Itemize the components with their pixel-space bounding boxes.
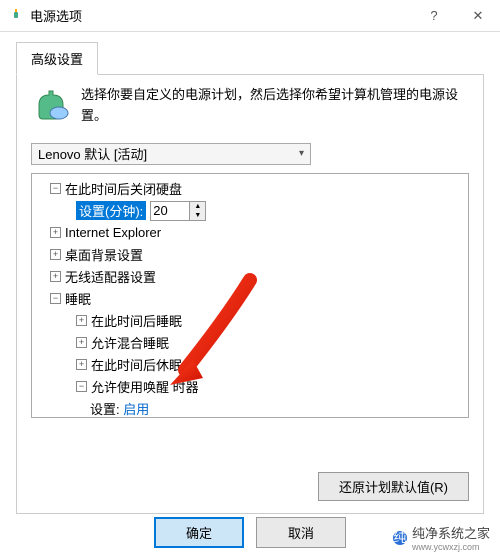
description-text: 选择你要自定义的电源计划，然后选择你希望计算机管理的电源设置。 bbox=[81, 85, 469, 127]
collapse-icon[interactable]: − bbox=[76, 381, 87, 392]
expand-icon[interactable]: + bbox=[50, 271, 61, 282]
watermark-url: www.ycwxzj.com bbox=[412, 542, 490, 552]
hdd-value-input[interactable] bbox=[150, 201, 190, 221]
tree-hibernate-after[interactable]: +在此时间后休眠 bbox=[36, 354, 464, 376]
window-title: 电源选项 bbox=[30, 6, 412, 25]
power-icon bbox=[8, 8, 24, 24]
expand-icon[interactable]: + bbox=[76, 337, 87, 348]
plan-selected: Lenovo 默认 [活动] bbox=[38, 144, 147, 163]
hdd-setting-label: 设置(分钟): bbox=[76, 201, 146, 220]
tree-sleep[interactable]: −睡眠 bbox=[36, 288, 464, 310]
tree-sleep-after[interactable]: +在此时间后睡眠 bbox=[36, 310, 464, 332]
expand-icon[interactable]: + bbox=[50, 227, 61, 238]
title-bar: 电源选项 ? ✕ bbox=[0, 0, 500, 32]
ok-button[interactable]: 确定 bbox=[154, 517, 244, 548]
wake-setting-value[interactable]: 启用 bbox=[123, 399, 149, 418]
tree-ie[interactable]: +Internet Explorer bbox=[36, 222, 464, 244]
tree-wake-timer[interactable]: −允许使用唤醒 时器 bbox=[36, 376, 464, 398]
wake-setting-label: 设置: bbox=[90, 399, 120, 418]
cancel-button[interactable]: 取消 bbox=[256, 517, 346, 548]
tree-hybrid[interactable]: +允许混合睡眠 bbox=[36, 332, 464, 354]
svg-text:纯: 纯 bbox=[393, 530, 406, 545]
help-button[interactable]: ? bbox=[412, 0, 456, 32]
tree-desktop[interactable]: +桌面背景设置 bbox=[36, 244, 464, 266]
watermark-text: 纯净系统之家 bbox=[412, 523, 490, 542]
chevron-down-icon: ▾ bbox=[299, 148, 304, 159]
tree-hdd-setting[interactable]: 设置(分钟): ▲▼ bbox=[36, 200, 464, 222]
collapse-icon[interactable]: − bbox=[50, 293, 61, 304]
expand-icon[interactable]: + bbox=[76, 315, 87, 326]
dialog-body: 高级设置 选择你要自定义的电源计划，然后选择你希望计算机管理的电源设置。 Len… bbox=[0, 32, 500, 514]
watermark-icon: 纯 bbox=[392, 530, 408, 546]
settings-tree[interactable]: −在此时间后关闭硬盘 设置(分钟): ▲▼ +Internet Explorer… bbox=[31, 173, 469, 418]
plan-dropdown[interactable]: Lenovo 默认 [活动] ▾ bbox=[31, 143, 311, 165]
spinner-buttons[interactable]: ▲▼ bbox=[190, 201, 206, 221]
collapse-icon[interactable]: − bbox=[50, 183, 61, 194]
tree-hdd[interactable]: −在此时间后关闭硬盘 bbox=[36, 178, 464, 200]
hdd-value-spinner[interactable]: ▲▼ bbox=[150, 201, 206, 221]
description-row: 选择你要自定义的电源计划，然后选择你希望计算机管理的电源设置。 bbox=[31, 85, 469, 127]
tree-wireless[interactable]: +无线适配器设置 bbox=[36, 266, 464, 288]
expand-icon[interactable]: + bbox=[50, 249, 61, 260]
restore-defaults-button[interactable]: 还原计划默认值(R) bbox=[318, 472, 469, 501]
watermark: 纯 纯净系统之家 www.ycwxzj.com bbox=[392, 523, 490, 552]
tree-wake-setting[interactable]: 设置: 启用 bbox=[36, 398, 464, 418]
close-button[interactable]: ✕ bbox=[456, 0, 500, 32]
expand-icon[interactable]: + bbox=[76, 359, 87, 370]
tab-panel: 选择你要自定义的电源计划，然后选择你希望计算机管理的电源设置。 Lenovo 默… bbox=[16, 74, 484, 514]
tab-advanced[interactable]: 高级设置 bbox=[16, 42, 98, 75]
power-plan-icon bbox=[31, 85, 71, 125]
